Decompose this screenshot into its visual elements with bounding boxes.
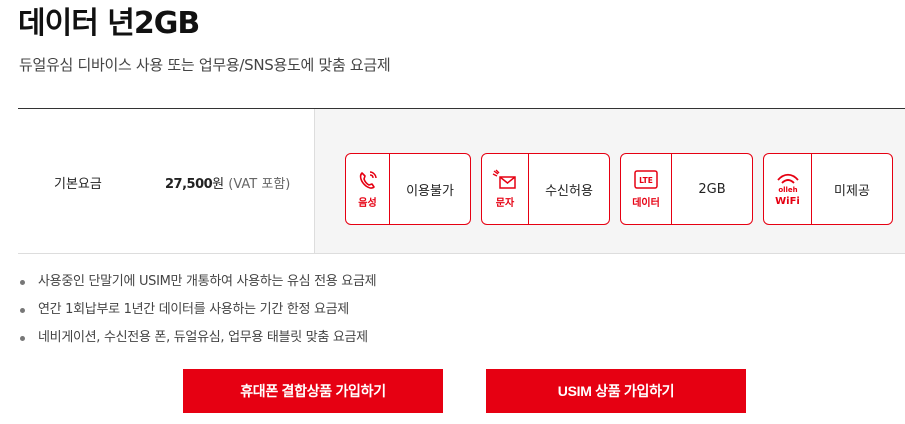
price-vat: (VAT 포함) [228, 177, 291, 192]
feature-wifi: olleh WiFi 미제공 [763, 153, 893, 225]
feature-sms-label: 문자 [495, 198, 515, 209]
usim-signup-button[interactable]: USIM 상품 가입하기 [486, 369, 746, 413]
feature-wifi-icon-box: olleh WiFi [764, 154, 812, 224]
wifi-icon: olleh [776, 173, 799, 193]
feature-list: 음성 이용불가 문자 수신허용 LTE 데이터 2GB olleh WiFi 미… [314, 109, 905, 253]
price-label: 기본요금 [54, 177, 102, 192]
feature-sms-icon-box: 문자 [482, 154, 529, 224]
price-area: 기본요금 27,500원 (VAT 포함) [18, 109, 314, 253]
feature-data: LTE 데이터 2GB [620, 153, 753, 225]
feature-voice-value: 이용불가 [406, 183, 454, 199]
lte-icon: LTE [634, 170, 658, 189]
message-icon [492, 169, 516, 189]
note-item: 사용중인 단말기에 USIM만 개통하여 사용하는 유심 전용 요금제 [18, 272, 377, 300]
price-amount: 27,500 [165, 177, 213, 192]
feature-data-label: 데이터 [632, 198, 660, 209]
note-item: 연간 1회납부로 1년간 데이터를 사용하는 기간 한정 요금제 [18, 300, 376, 328]
feature-data-icon-box: LTE 데이터 [621, 154, 672, 224]
page-subtitle: 듀얼유심 디바이스 사용 또는 업무용/SNS용도에 맞춤 요금제 [19, 56, 391, 74]
page-title: 데이터 년2GB [18, 6, 200, 41]
feature-wifi-value: 미제공 [834, 183, 870, 199]
feature-sms: 문자 수신허용 [481, 153, 610, 225]
note-item: 네비게이션, 수신전용 폰, 듀얼유심, 업무용 태블릿 맞춤 요금제 [18, 328, 376, 356]
price-unit: 원 [212, 177, 225, 192]
phone-icon [359, 171, 377, 189]
feature-wifi-label: WiFi [775, 196, 800, 207]
plan-notes: 사용중인 단말기에 USIM만 개통하여 사용하는 유심 전용 요금제 연간 1… [18, 272, 377, 356]
feature-data-value: 2GB [698, 181, 726, 197]
olleh-text: olleh [778, 186, 797, 193]
feature-voice-label: 음성 [358, 198, 377, 209]
price-value: 27,500원 (VAT 포함) [165, 173, 290, 192]
feature-sms-value: 수신허용 [545, 183, 593, 199]
feature-voice: 음성 이용불가 [345, 153, 471, 225]
phone-bundle-signup-button[interactable]: 휴대폰 결합상품 가입하기 [183, 369, 443, 413]
plan-summary-panel: 기본요금 27,500원 (VAT 포함) 음성 이용불가 문자 수신허용 LT… [18, 108, 905, 254]
lte-text: LTE [639, 176, 653, 185]
feature-voice-icon-box: 음성 [346, 154, 390, 224]
